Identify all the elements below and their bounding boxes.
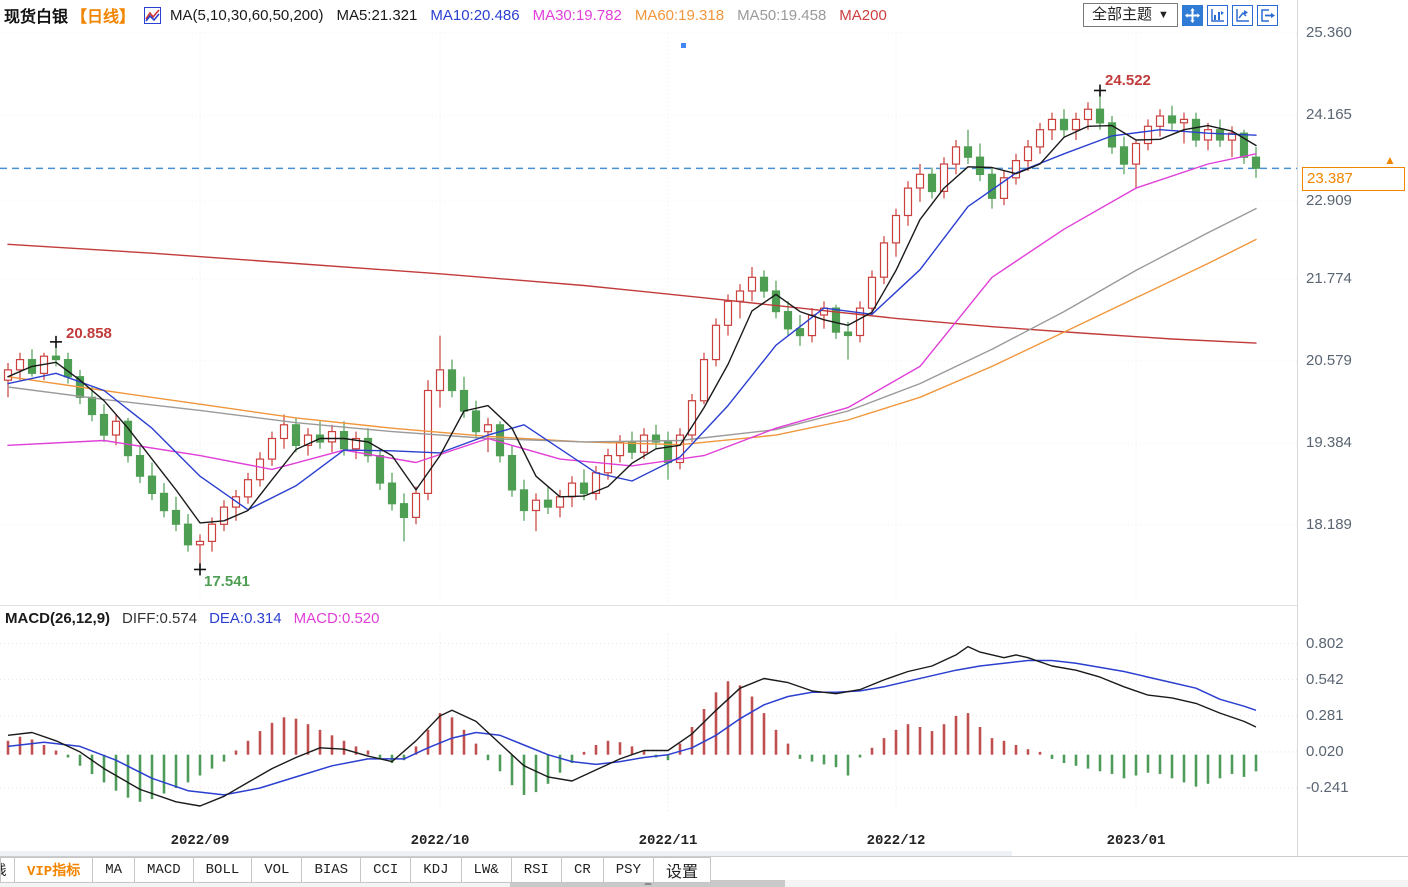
tab-label: BIAS: [314, 862, 348, 878]
tab-label: MACD: [147, 862, 181, 878]
macd-axis-label: 0.802: [1306, 635, 1401, 652]
chart-scale-left-icon[interactable]: [1207, 5, 1228, 26]
tab-label: CR: [574, 862, 591, 878]
line-chart-icon[interactable]: [144, 7, 161, 24]
price-axis-label: 22.909: [1306, 192, 1401, 209]
symbol-name: 现货白银: [4, 3, 68, 27]
theme-dropdown-label: 全部主题: [1092, 4, 1152, 26]
chart-bottom-strip: [0, 851, 1012, 856]
indicator-tab-kdj[interactable]: KDJ: [411, 857, 461, 883]
tab-label: VIP指标: [27, 860, 80, 880]
blue-dot-marker: [681, 43, 686, 48]
price-up-arrow-icon: ▲: [1384, 154, 1396, 166]
price-axis-label: 24.165: [1306, 106, 1401, 123]
tab-label: KDJ: [423, 862, 448, 878]
tab-label: MA: [105, 862, 122, 878]
indicator-tab-ma[interactable]: MA: [93, 857, 135, 883]
indicator-tab-lw[interactable]: LW&: [462, 857, 512, 883]
date-axis-label: 2022/12: [867, 833, 926, 849]
macd-axis-label: -0.241: [1306, 779, 1401, 796]
indicator-tab-线[interactable]: 线: [0, 857, 15, 883]
indicator-tab-psy[interactable]: PSY: [604, 857, 654, 883]
price-annotation: 20.858: [66, 325, 112, 342]
indicator-tab-rsi[interactable]: RSI: [512, 857, 562, 883]
ma-readout: MA30:19.782: [533, 7, 622, 24]
pan-move-icon[interactable]: [1182, 5, 1203, 26]
price-axis-label: 20.579: [1306, 352, 1401, 369]
diff-line: [8, 647, 1256, 806]
candlestick-layer: [5, 91, 1260, 570]
dea-line: [8, 661, 1256, 795]
price-axis-label: 19.384: [1306, 434, 1401, 451]
macd-readout: DEA:0.314: [209, 610, 282, 627]
macd-readout: DIFF:0.574: [122, 610, 197, 627]
date-axis-label: 2023/01: [1107, 833, 1166, 849]
indicator-tab-cr[interactable]: CR: [562, 857, 604, 883]
tab-label: 线: [0, 860, 7, 880]
indicator-tab-cci[interactable]: CCI: [361, 857, 411, 883]
macd-readout: MACD:0.520: [294, 610, 380, 627]
macd-axis-label: 0.542: [1306, 671, 1401, 688]
macd-header: MACD(26,12,9) DIFF:0.574 DEA:0.314 MACD:0.5…: [5, 610, 379, 627]
ma-readouts: MA(5,10,30,60,50,200) MA5:21.321 MA10:20.4…: [170, 7, 887, 24]
tab-label: VOL: [264, 862, 289, 878]
indicator-tab-bias[interactable]: BIAS: [302, 857, 361, 883]
current-price-tag: 23.387: [1302, 167, 1405, 191]
indicator-tab-vip指标[interactable]: VIP指标: [15, 857, 93, 883]
ma-readout: MA60:19.318: [635, 7, 724, 24]
price-annotation: 24.522: [1105, 72, 1151, 89]
ma-line-ma60: [8, 240, 1256, 445]
macd-histogram: [8, 681, 1256, 802]
indicator-tab-vol[interactable]: VOL: [252, 857, 302, 883]
ma-readout: MA(5,10,30,60,50,200): [170, 7, 323, 24]
ma-line-ma200: [8, 244, 1256, 343]
tab-label: RSI: [524, 862, 549, 878]
date-axis-label: 2022/09: [171, 833, 230, 849]
tab-label: LW&: [474, 862, 499, 878]
chevron-down-icon: ▼: [1158, 4, 1169, 26]
macd-readout: MACD(26,12,9): [5, 610, 110, 627]
indicator-tab-设置[interactable]: 设置: [654, 857, 711, 883]
date-axis-label: 2022/10: [411, 833, 470, 849]
date-axis: 2022/09 2022/10 2022/11 2022/12 2023/01: [0, 833, 1297, 853]
tab-label: CCI: [373, 862, 398, 878]
ma-readout: MA5:21.321: [336, 7, 417, 24]
trading-app-window: 现货白银 【日线】 MA(5,10,30,60,50,200) MA5:21.32…: [0, 0, 1408, 887]
tab-label: 设置: [666, 858, 698, 882]
indicator-tab-bar: 线 VIP指标 MA MACD BOLL VOL BIAS CCI KDJ LW&RSI CR PSY…: [0, 857, 711, 883]
price-axis-label: 21.774: [1306, 270, 1401, 287]
theme-dropdown[interactable]: 全部主题 ▼: [1083, 3, 1178, 27]
chart-scale-right-icon[interactable]: [1232, 5, 1253, 26]
tab-label: PSY: [616, 862, 641, 878]
top-toolbar: 全部主题 ▼: [1083, 3, 1278, 27]
period-label: 【日线】: [71, 3, 135, 27]
chart-header: 现货白银 【日线】 MA(5,10,30,60,50,200) MA5:21.32…: [4, 3, 887, 27]
export-window-icon[interactable]: [1257, 5, 1278, 26]
indicator-tab-macd[interactable]: MACD: [135, 857, 194, 883]
indicator-tab-boll[interactable]: BOLL: [194, 857, 253, 883]
price-axis-label: 18.189: [1306, 516, 1401, 533]
price-annotation: 17.541: [204, 573, 250, 590]
tab-label: BOLL: [206, 862, 240, 878]
ma-line-ma5: [8, 126, 1256, 523]
ma-readout: MA50:19.458: [737, 7, 826, 24]
chart-canvas[interactable]: [0, 0, 1408, 887]
ma-readout: MA200: [839, 7, 887, 24]
date-axis-label: 2022/11: [639, 833, 698, 849]
ma-readout: MA10:20.486: [430, 7, 519, 24]
macd-axis-label: 0.020: [1306, 743, 1401, 760]
macd-axis-label: 0.281: [1306, 707, 1401, 724]
ma-line-ma50: [8, 209, 1256, 442]
price-axis-label: 25.360: [1306, 24, 1401, 41]
